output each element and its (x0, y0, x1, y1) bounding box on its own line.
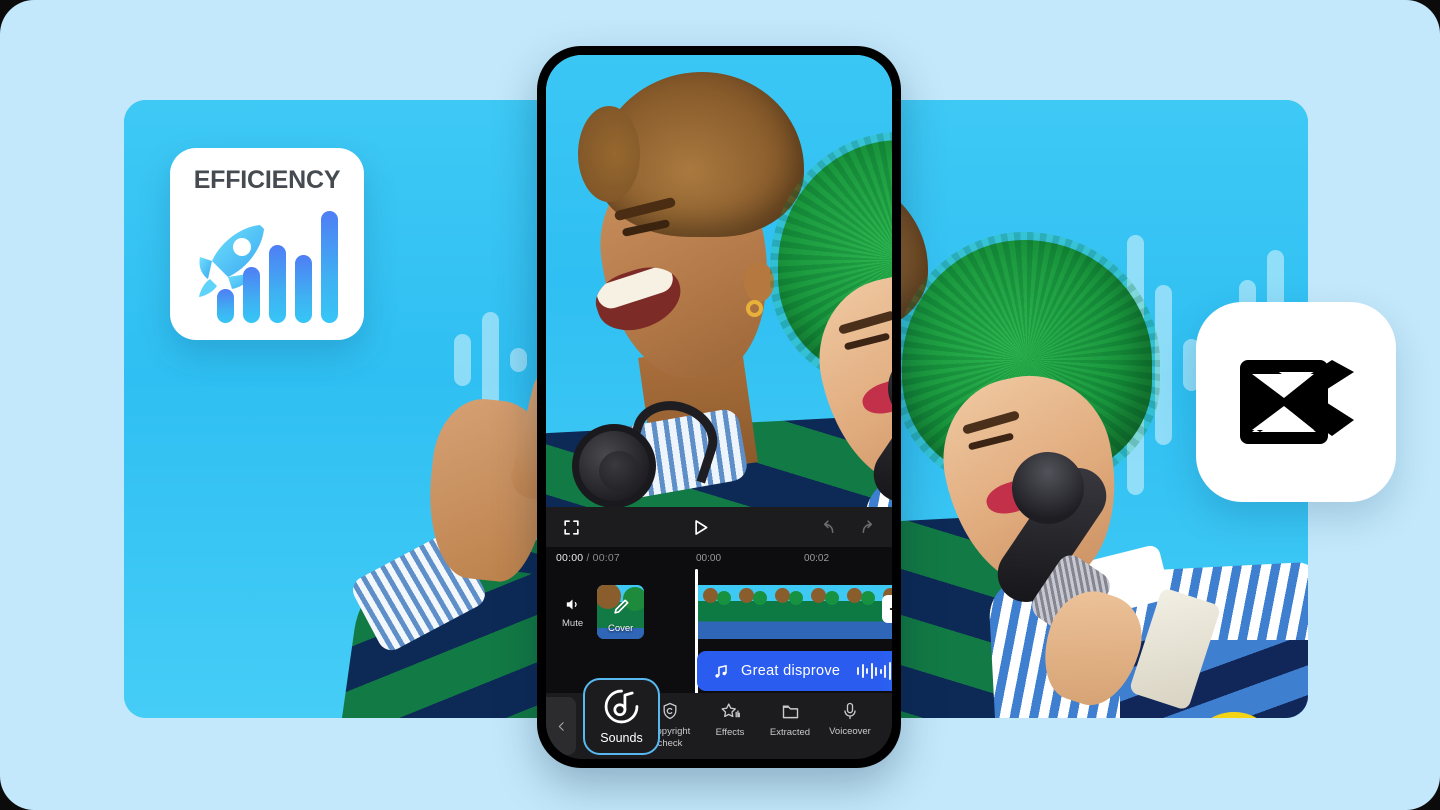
audio-wave-bar-7 (888, 662, 891, 680)
audio-track[interactable]: Great disprove (697, 651, 892, 691)
efficiency-bar-4 (321, 211, 338, 323)
audio-wave-bar-0 (857, 667, 860, 675)
clip-frame[interactable] (806, 585, 842, 639)
preview-subjects (546, 55, 892, 507)
time-separator: / (586, 552, 590, 564)
pencil-icon (614, 599, 629, 614)
efficiency-bars (217, 205, 338, 323)
history-controls (820, 518, 876, 537)
timeline-ruler: 00:00 / 00:07 00:00 00:02 (546, 547, 892, 569)
cover-button[interactable]: Cover (597, 585, 645, 639)
toolbar-item-effects[interactable]: Effects (700, 701, 760, 739)
efficiency-bar-1 (243, 267, 260, 323)
total-time: 00:07 (592, 552, 620, 564)
play-button-wrap (581, 517, 820, 538)
efficiency-graphic (186, 201, 348, 327)
toolbar-label-extracted: Extracted (769, 727, 811, 738)
music-note-icon (715, 664, 727, 678)
efficiency-badge: EFFICIENCY (170, 148, 364, 340)
clip-frame[interactable] (842, 585, 878, 639)
timeline-left-controls: Mute Cover (546, 585, 692, 639)
efficiency-bar-0 (217, 289, 234, 323)
mute-label: Mute (562, 617, 584, 629)
efficiency-bar-3 (295, 255, 312, 323)
chevron-left-icon (558, 721, 564, 731)
video-clip-strip[interactable] (698, 585, 892, 639)
audio-wave-bar-1 (861, 664, 864, 678)
preview-boy-earring (746, 300, 763, 317)
toolbar-back-button[interactable] (546, 697, 576, 755)
audio-wave-bar-2 (866, 668, 869, 674)
audio-wave-bar-3 (870, 663, 873, 679)
toolbar-label-voiceover: Voiceover (829, 726, 871, 737)
audio-track-title: Great disprove (741, 663, 841, 679)
clip-frame[interactable] (770, 585, 806, 639)
preview-photo (546, 55, 892, 507)
ruler-label-1: 00:02 (804, 552, 830, 564)
timecode-display: 00:00 / 00:07 (546, 552, 620, 564)
mute-button[interactable]: Mute (562, 596, 583, 629)
toolbar-label-sounds: Sounds (600, 730, 643, 745)
effects-star-icon (721, 703, 740, 718)
clip-frame[interactable] (734, 585, 770, 639)
copyright-shield-icon (663, 702, 677, 720)
audio-wave-bar-4 (875, 666, 878, 676)
bottom-toolbar: Sounds Copyright check (546, 678, 892, 759)
clip-frame[interactable] (698, 585, 734, 639)
ruler-marks: 00:00 00:02 (696, 547, 892, 569)
capcut-logo-icon (1240, 360, 1354, 444)
efficiency-bar-2 (269, 245, 286, 323)
toolbar-label-effects: Effects (715, 727, 745, 738)
phone-screen: 00:00 / 00:07 00:00 00:02 Mute Cover Gre… (546, 55, 892, 759)
extracted-folder-icon (782, 705, 798, 719)
efficiency-title: EFFICIENCY (193, 166, 341, 194)
audio-waveform (857, 660, 892, 682)
speaker-icon (566, 599, 577, 609)
redo-icon[interactable] (857, 518, 876, 537)
microphone-icon (844, 702, 856, 720)
preview-headphones (560, 390, 727, 507)
add-clip-button[interactable] (882, 595, 892, 623)
preview-headphone-cup (572, 424, 656, 507)
video-preview[interactable] (546, 55, 892, 507)
toolbar-item-voiceover[interactable]: Voiceover (820, 701, 880, 738)
fullscreen-icon[interactable] (562, 518, 581, 537)
capcut-logo (1196, 302, 1396, 502)
play-icon[interactable] (690, 517, 711, 538)
toolbar-item-sounds[interactable]: Sounds (583, 678, 660, 755)
undo-icon[interactable] (820, 518, 839, 537)
cover-label: Cover (607, 623, 634, 634)
ruler-label-0: 00:00 (696, 552, 722, 564)
audio-wave-bar-5 (879, 668, 882, 674)
phone-mockup: 00:00 / 00:07 00:00 00:02 Mute Cover Gre… (537, 46, 901, 768)
audio-wave-bar-6 (884, 664, 887, 678)
page-root: EFFICIENCY 00:00 / 00:07 00:00 00:02 Mut… (0, 0, 1440, 810)
player-control-bar (546, 507, 892, 547)
sounds-icon (604, 689, 639, 723)
toolbar-item-extracted[interactable]: Extracted (760, 701, 820, 739)
plus-icon (889, 608, 892, 610)
current-time: 00:00 (556, 552, 584, 564)
